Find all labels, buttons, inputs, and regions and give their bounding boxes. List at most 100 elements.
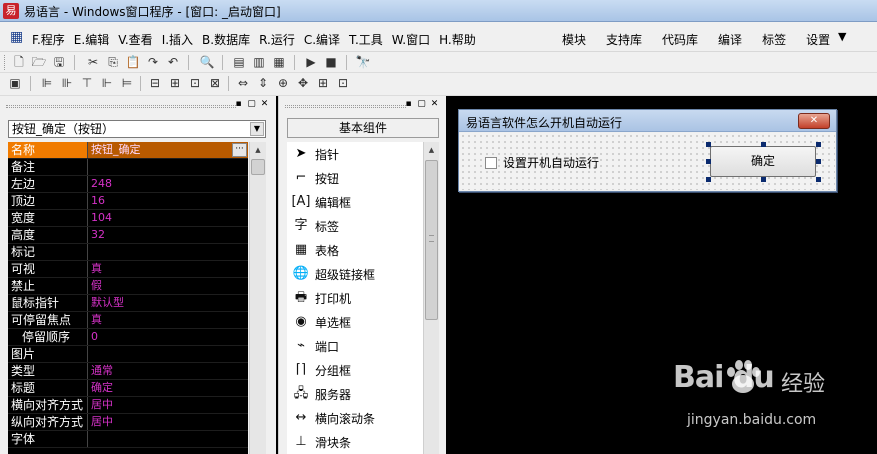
property-value[interactable] bbox=[88, 346, 248, 362]
component-item-radio[interactable]: ◉ 单选框 bbox=[287, 310, 423, 334]
property-value[interactable] bbox=[88, 431, 248, 447]
resize-handle[interactable] bbox=[706, 177, 711, 182]
same-height-icon[interactable]: ⊞ bbox=[166, 75, 184, 92]
panel-float-icon[interactable]: ▢ bbox=[246, 99, 257, 110]
component-item-printer[interactable]: 🖶 打印机 bbox=[287, 286, 423, 310]
menu-tools[interactable]: T.工具 bbox=[349, 31, 383, 48]
property-value[interactable]: 0 bbox=[88, 329, 248, 345]
close-icon[interactable]: ✕ bbox=[798, 113, 830, 129]
resize-handle[interactable] bbox=[816, 142, 821, 147]
panel-close-icon[interactable]: ✕ bbox=[259, 99, 270, 110]
debug-icon[interactable]: 🔭 bbox=[354, 54, 372, 71]
scroll-up-icon[interactable]: ▲ bbox=[250, 142, 266, 158]
component-scrollbar[interactable]: ▲ bbox=[423, 142, 439, 454]
component-selector[interactable]: 按钮_确定（按钮） ▼ bbox=[8, 120, 266, 138]
property-row[interactable]: 备注 bbox=[8, 159, 248, 176]
component-item-hscrollbar[interactable]: ↔ 横向滚动条 bbox=[287, 406, 423, 430]
property-row[interactable]: 左边 248 bbox=[8, 176, 248, 193]
component-item-hyperlink[interactable]: 🌐 超级链接框 bbox=[287, 262, 423, 286]
menu-program[interactable]: F.程序 bbox=[32, 31, 65, 48]
component-item-grid[interactable]: ▦ 表格 bbox=[287, 238, 423, 262]
property-value[interactable]: 居中 bbox=[88, 414, 248, 430]
grid-toggle-icon[interactable]: ⊞ bbox=[314, 75, 332, 92]
property-row[interactable]: 图片 bbox=[8, 346, 248, 363]
lock-layout-icon[interactable]: ⊡ bbox=[334, 75, 352, 92]
property-row[interactable]: 可视 真 bbox=[8, 261, 248, 278]
property-row[interactable]: 鼠标指针 默认型 bbox=[8, 295, 248, 312]
property-value[interactable]: 假 bbox=[88, 278, 248, 294]
component-item-label[interactable]: 字 标签 bbox=[287, 214, 423, 238]
property-value[interactable]: 居中 bbox=[88, 397, 248, 413]
component-item-button[interactable]: ⌐ 按钮 bbox=[287, 166, 423, 190]
ellipsis-button[interactable]: ··· bbox=[232, 143, 247, 157]
menu-view[interactable]: V.查看 bbox=[118, 31, 152, 48]
same-size-icon[interactable]: ⊡ bbox=[186, 75, 204, 92]
property-row[interactable]: 顶边 16 bbox=[8, 193, 248, 210]
component-item-server[interactable]: 🖧 服务器 bbox=[287, 382, 423, 406]
resize-handle[interactable] bbox=[761, 177, 766, 182]
scrollbar-thumb[interactable] bbox=[251, 159, 265, 175]
component-group-header[interactable]: 基本组件 bbox=[287, 118, 439, 138]
component-item-editbox[interactable]: [A] 编辑框 bbox=[287, 190, 423, 214]
menu-database[interactable]: B.数据库 bbox=[202, 31, 250, 48]
open-folder-icon[interactable]: 🗁 bbox=[30, 54, 48, 71]
property-value[interactable]: 通常 bbox=[88, 363, 248, 379]
layout-split-icon[interactable]: ▥ bbox=[250, 54, 268, 71]
find-icon[interactable]: 🔍 bbox=[198, 54, 216, 71]
resize-handle[interactable] bbox=[816, 159, 821, 164]
property-row[interactable]: 类型 通常 bbox=[8, 363, 248, 380]
ok-button[interactable]: 确定 bbox=[710, 146, 816, 177]
layout-panel-icon[interactable]: ▦ bbox=[270, 54, 288, 71]
menu-insert[interactable]: I.插入 bbox=[162, 31, 193, 48]
property-row[interactable]: 横向对齐方式 居中 bbox=[8, 397, 248, 414]
property-value[interactable]: 真 bbox=[88, 261, 248, 277]
component-item-pointer[interactable]: ➤ 指针 bbox=[287, 142, 423, 166]
toolbar-grip[interactable] bbox=[4, 55, 6, 70]
property-value[interactable] bbox=[88, 244, 248, 260]
menu-logo-icon[interactable]: ▦ bbox=[10, 29, 26, 45]
component-item-port[interactable]: ⌁ 端口 bbox=[287, 334, 423, 358]
settings-dropdown-icon[interactable]: ▼ bbox=[838, 30, 846, 43]
chevron-down-icon[interactable]: ▼ bbox=[250, 122, 264, 136]
property-row[interactable]: 可停留焦点 真 bbox=[8, 312, 248, 329]
align-top-icon[interactable]: ⊤ bbox=[78, 75, 96, 92]
center-v-icon[interactable]: ⇕ bbox=[254, 75, 272, 92]
resize-handle[interactable] bbox=[816, 177, 821, 182]
paste-icon[interactable]: 📋 bbox=[124, 54, 142, 71]
align-right-icon[interactable]: ⊩ bbox=[98, 75, 116, 92]
menu-window[interactable]: W.窗口 bbox=[392, 31, 430, 48]
menu-run[interactable]: R.运行 bbox=[259, 31, 295, 48]
component-item-slider[interactable]: ⊥ 滑块条 bbox=[287, 430, 423, 454]
scroll-up-icon[interactable]: ▲ bbox=[424, 142, 439, 158]
panel-pin-icon[interactable]: ▪ bbox=[233, 99, 244, 110]
menu-help[interactable]: H.帮助 bbox=[439, 31, 476, 48]
panel-grip[interactable] bbox=[285, 105, 406, 108]
menu-code-lib[interactable]: 代码库 bbox=[662, 31, 698, 48]
checkbox-box[interactable] bbox=[485, 156, 497, 169]
property-value[interactable] bbox=[88, 159, 248, 175]
cut-icon[interactable]: ✂ bbox=[84, 54, 102, 71]
center-both-icon[interactable]: ⊕ bbox=[274, 75, 292, 92]
menu-edit[interactable]: E.编辑 bbox=[74, 31, 109, 48]
undo-icon[interactable]: ↶ bbox=[164, 54, 182, 71]
property-row[interactable]: 标记 bbox=[8, 244, 248, 261]
copy-icon[interactable]: ⎘ bbox=[104, 54, 122, 71]
save-icon[interactable]: 🖫 bbox=[50, 54, 68, 71]
property-row[interactable]: 停留顺序 0 bbox=[8, 329, 248, 346]
property-value[interactable]: 按钮_确定 ··· bbox=[88, 142, 248, 158]
component-item-groupbox[interactable]: ⌈⌉ 分组框 bbox=[287, 358, 423, 382]
panel-grip[interactable] bbox=[6, 105, 236, 108]
same-width-icon[interactable]: ⊟ bbox=[146, 75, 164, 92]
resize-handle[interactable] bbox=[706, 142, 711, 147]
property-row[interactable]: 字体 bbox=[8, 431, 248, 448]
designed-form-window[interactable]: 易语言软件怎么开机自动运行 ✕ 设置开机自动运行 确定 bbox=[458, 109, 837, 192]
menu-compile[interactable]: C.编译 bbox=[304, 31, 340, 48]
property-row[interactable]: 标题 确定 bbox=[8, 380, 248, 397]
property-scrollbar[interactable]: ▲ bbox=[249, 142, 266, 454]
property-row[interactable]: 纵向对齐方式 居中 bbox=[8, 414, 248, 431]
align-center-icon[interactable]: ⊪ bbox=[58, 75, 76, 92]
layout-window-icon[interactable]: ▤ bbox=[230, 54, 248, 71]
resize-handle[interactable] bbox=[706, 159, 711, 164]
align-left-icon[interactable]: ⊫ bbox=[38, 75, 56, 92]
new-file-icon[interactable]: 🗋 bbox=[10, 54, 28, 71]
